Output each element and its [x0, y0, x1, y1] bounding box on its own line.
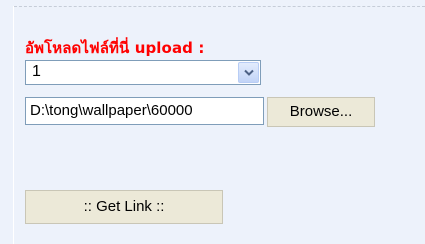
upload-label: อัพโหลดไฟล์ที่นี่ upload : [25, 39, 205, 57]
dashed-divider [14, 6, 425, 7]
file-path-value: D:\tong\wallpaper\60000 [30, 102, 193, 119]
chevron-down-icon [244, 69, 254, 76]
browse-button[interactable]: Browse... [267, 97, 375, 127]
get-link-button[interactable]: :: Get Link :: [25, 190, 223, 224]
count-select[interactable]: 1 [25, 60, 261, 85]
upload-panel: อัพโหลดไฟล์ที่นี่ upload : 1 D:\tong\wal… [0, 0, 425, 244]
vertical-divider [13, 6, 14, 244]
select-value: 1 [32, 63, 41, 80]
dropdown-button[interactable] [238, 62, 259, 83]
file-path-input[interactable]: D:\tong\wallpaper\60000 [25, 97, 264, 125]
